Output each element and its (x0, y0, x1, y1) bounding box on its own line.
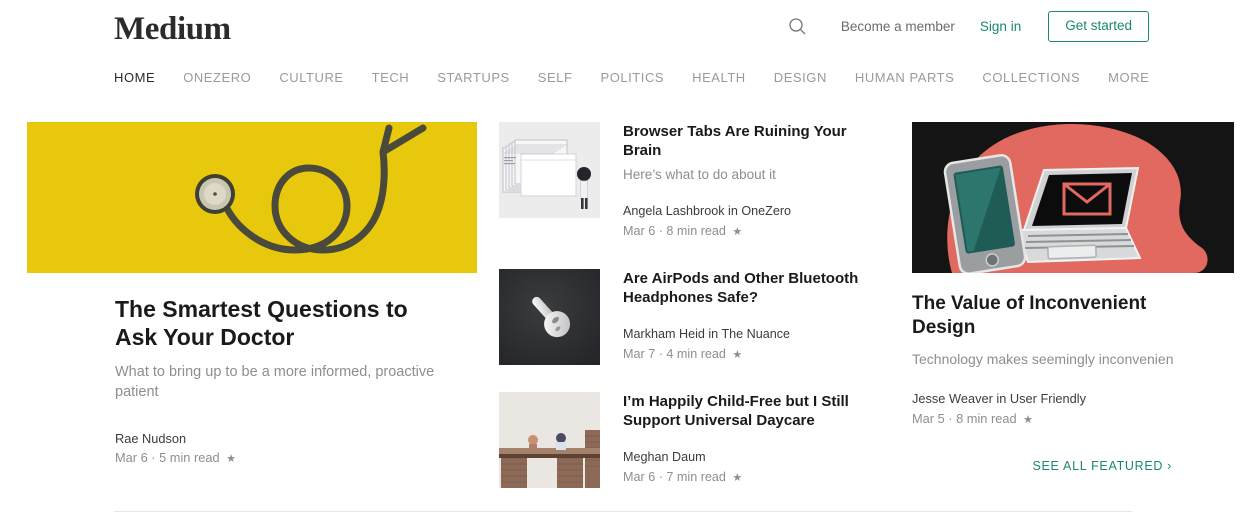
hero-author[interactable]: Rae Nudson (115, 429, 477, 448)
story-title[interactable]: Browser Tabs Are Ruining Your Brain (623, 122, 883, 160)
right-date: Mar 5 (912, 410, 945, 426)
right-meta-line: Mar 5 · 8 min read ★ (912, 409, 1234, 430)
story-text: Are AirPods and Other Bluetooth Headphon… (600, 269, 894, 365)
become-a-member-link[interactable]: Become a member (841, 19, 955, 34)
hero-story-meta: Rae Nudson Mar 6 · 5 min read ★ (115, 429, 477, 469)
middle-story-list: Browser Tabs Are Ruining Your Brain Here… (499, 122, 894, 515)
story-title[interactable]: I’m Happily Child-Free but I Still Suppo… (623, 392, 883, 430)
story-read-time: 8 min read (666, 224, 726, 239)
story-meta-separator: · (658, 469, 663, 484)
nav-item-culture[interactable]: CULTURE (279, 70, 343, 85)
nav-item-politics[interactable]: POLITICS (600, 70, 664, 85)
story-thumbnail-browser-tabs[interactable] (499, 122, 600, 218)
story-thumbnail-coin-bridge[interactable] (499, 391, 600, 488)
bookmark-star-icon[interactable]: ★ (732, 226, 742, 238)
site-header: Medium Become a member Sign in Get start… (0, 0, 1245, 58)
medium-logo[interactable]: Medium (114, 11, 231, 48)
nav-item-collections[interactable]: COLLECTIONS (982, 70, 1080, 85)
bookmark-star-icon[interactable]: ★ (226, 453, 236, 465)
story-meta-separator: · (658, 224, 663, 239)
hero-story-title[interactable]: The Smartest Questions to Ask Your Docto… (115, 295, 415, 351)
nav-item-self[interactable]: SELF (538, 70, 573, 85)
search-icon[interactable] (785, 13, 811, 39)
story-meta-line: Mar 6 · 7 min read ★ (623, 467, 894, 488)
medium-homepage: Medium Become a member Sign in Get start… (0, 0, 1245, 518)
hero-date: Mar 6 (115, 450, 148, 466)
story-author[interactable]: Meghan Daum (623, 448, 894, 467)
list-item[interactable]: Are AirPods and Other Bluetooth Headphon… (499, 268, 894, 365)
story-meta-line: Mar 6 · 8 min read ★ (623, 221, 894, 242)
nav-item-design[interactable]: DESIGN (774, 70, 827, 85)
see-all-featured-link[interactable]: SEE ALL FEATURED › (912, 459, 1234, 473)
nav-item-more[interactable]: MORE (1108, 70, 1149, 85)
right-read-time: 8 min read (956, 410, 1017, 426)
story-meta: Meghan Daum Mar 6 · 7 min read ★ (623, 448, 894, 487)
category-nav: HOME ONEZERO CULTURE TECH STARTUPS SELF … (114, 70, 1149, 102)
story-date: Mar 6 (623, 224, 656, 239)
story-meta-separator: · (658, 346, 663, 361)
nav-item-home[interactable]: HOME (114, 70, 155, 85)
right-story-meta: Jesse Weaver in User Friendly Mar 5 · 8 … (912, 389, 1234, 429)
story-subtitle: Here’s what to do about it (623, 167, 776, 183)
right-story-image[interactable] (912, 122, 1234, 273)
right-author[interactable]: Jesse Weaver in User Friendly (912, 389, 1234, 408)
bookmark-star-icon[interactable]: ★ (732, 349, 742, 361)
nav-item-human-parts[interactable]: HUMAN PARTS (855, 70, 954, 85)
story-meta: Markham Heid in The Nuance Mar 7 · 4 min… (623, 325, 894, 364)
hero-meta-line: Mar 6 · 5 min read ★ (115, 448, 477, 469)
nav-item-health[interactable]: HEALTH (692, 70, 746, 85)
story-meta: Angela Lashbrook in OneZero Mar 6 · 8 mi… (623, 202, 894, 241)
bookmark-star-icon[interactable]: ★ (1023, 414, 1033, 426)
story-date: Mar 6 (623, 469, 656, 484)
right-story-subtitle: Technology makes seemingly inconvenien (912, 350, 1174, 367)
nav-item-tech[interactable]: TECH (372, 70, 410, 85)
story-meta-line: Mar 7 · 4 min read ★ (623, 344, 894, 365)
list-item[interactable]: Browser Tabs Are Ruining Your Brain Here… (499, 122, 894, 242)
story-thumbnail-airpod[interactable] (499, 268, 600, 365)
hero-story-subtitle: What to bring up to be a more informed, … (115, 364, 435, 401)
sign-in-link[interactable]: Sign in (980, 19, 1021, 34)
chevron-right-icon: › (1167, 459, 1172, 474)
right-story-card: The Value of Inconvenient Design Technol… (912, 122, 1234, 473)
hero-story-image[interactable] (27, 122, 477, 273)
story-author[interactable]: Markham Heid in The Nuance (623, 325, 894, 344)
get-started-button[interactable]: Get started (1048, 11, 1149, 42)
bookmark-star-icon[interactable]: ★ (732, 472, 742, 484)
hero-meta-separator: · (151, 450, 156, 466)
featured-stories-grid: The Smartest Questions to Ask Your Docto… (0, 122, 1245, 518)
right-story-title[interactable]: The Value of Inconvenient Design (912, 292, 1162, 340)
story-read-time: 4 min read (666, 346, 726, 361)
nav-item-startups[interactable]: STARTUPS (437, 70, 510, 85)
section-divider (114, 511, 1132, 512)
story-text: I’m Happily Child-Free but I Still Suppo… (600, 392, 894, 488)
story-read-time: 7 min read (666, 469, 726, 484)
story-text: Browser Tabs Are Ruining Your Brain Here… (600, 122, 894, 242)
see-all-featured-label: SEE ALL FEATURED (1032, 459, 1164, 474)
right-meta-separator: · (948, 410, 953, 426)
nav-item-onezero[interactable]: ONEZERO (183, 70, 251, 85)
hero-story-text: The Smartest Questions to Ask Your Docto… (27, 295, 477, 469)
story-date: Mar 7 (623, 346, 656, 361)
story-author[interactable]: Angela Lashbrook in OneZero (623, 202, 894, 221)
header-actions: Become a member Sign in Get started (785, 11, 1149, 42)
hero-read-time: 5 min read (159, 450, 220, 466)
story-title[interactable]: Are AirPods and Other Bluetooth Headphon… (623, 269, 883, 307)
hero-story-card: The Smartest Questions to Ask Your Docto… (27, 122, 477, 469)
list-item[interactable]: I’m Happily Child-Free but I Still Suppo… (499, 391, 894, 488)
